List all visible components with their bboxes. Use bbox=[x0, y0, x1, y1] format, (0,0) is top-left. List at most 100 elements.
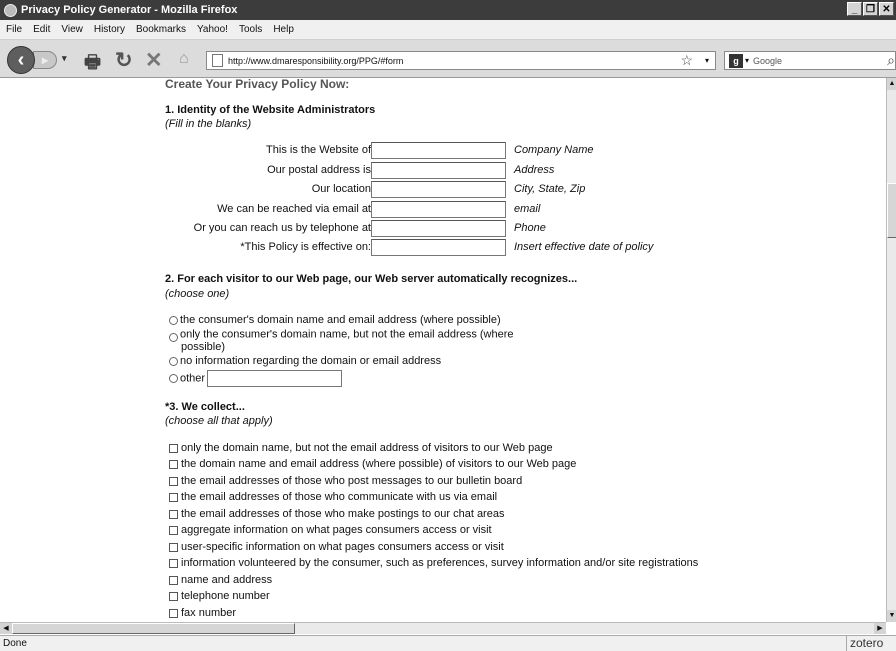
status-text: Done bbox=[3, 638, 27, 649]
horizontal-scrollbar[interactable]: ◀ ▶ bbox=[0, 622, 886, 634]
horizontal-scroll-thumb[interactable] bbox=[12, 623, 295, 634]
scroll-left-icon[interactable]: ◀ bbox=[0, 623, 12, 634]
navigation-toolbar: ▸ ‹ ▾ 🖶 ↻ ✕ ⌂ http://www.dmaresponsibili… bbox=[0, 40, 896, 78]
page-icon bbox=[212, 54, 223, 67]
checkbox[interactable] bbox=[169, 459, 178, 469]
url-text: http://www.dmaresponsibility.org/PPG/#fo… bbox=[228, 55, 404, 66]
checkbox-option[interactable]: information volunteered by the consumer,… bbox=[169, 557, 698, 569]
section1-title: 1. Identity of the Website Administrator… bbox=[165, 104, 376, 116]
field-hint-phone: Phone bbox=[514, 222, 546, 234]
checkbox-option[interactable]: telephone number bbox=[169, 590, 270, 602]
history-dropdown-icon[interactable]: ▾ bbox=[62, 53, 67, 64]
zotero-button[interactable]: zotero bbox=[846, 636, 896, 651]
menu-view[interactable]: View bbox=[61, 24, 83, 35]
menu-help[interactable]: Help bbox=[273, 24, 294, 35]
back-button[interactable]: ‹ bbox=[7, 46, 35, 74]
firefox-logo-icon bbox=[4, 3, 17, 17]
scroll-down-icon[interactable]: ▼ bbox=[887, 610, 896, 622]
checkbox-option[interactable]: user-specific information on what pages … bbox=[169, 541, 504, 553]
page-heading: Create Your Privacy Policy Now: bbox=[165, 78, 350, 91]
print-icon[interactable]: 🖶 bbox=[84, 50, 101, 80]
field-hint-location: City, State, Zip bbox=[514, 183, 586, 195]
address-input[interactable] bbox=[371, 162, 506, 179]
radio-button[interactable] bbox=[169, 374, 178, 383]
checkbox-option[interactable]: the email addresses of those who post me… bbox=[169, 475, 522, 487]
checkbox-option[interactable]: aggregate information on what pages cons… bbox=[169, 524, 492, 536]
field-label-effective-date: *This Policy is effective on: bbox=[240, 241, 371, 253]
checkbox[interactable] bbox=[169, 476, 178, 486]
menu-bookmarks[interactable]: Bookmarks bbox=[136, 24, 186, 35]
scroll-right-icon[interactable]: ▶ bbox=[874, 623, 886, 634]
other-input[interactable] bbox=[207, 370, 343, 387]
checkbox[interactable] bbox=[169, 509, 178, 519]
checkbox-option[interactable]: name and address bbox=[169, 574, 272, 586]
forward-button[interactable]: ▸ bbox=[33, 51, 57, 69]
search-engine-dropdown-icon[interactable]: ▾ bbox=[745, 56, 749, 65]
checkbox[interactable] bbox=[169, 575, 178, 585]
radio-button[interactable] bbox=[169, 315, 178, 325]
minimize-button[interactable]: _ bbox=[847, 2, 862, 16]
bookmark-star-icon[interactable]: ☆ bbox=[680, 52, 693, 69]
home-icon[interactable]: ⌂ bbox=[179, 50, 189, 68]
field-hint-effective-date: Insert effective date of policy bbox=[514, 241, 654, 253]
field-label-company: This is the Website of bbox=[266, 144, 371, 156]
field-label-phone: Or you can reach us by telephone at bbox=[193, 222, 371, 234]
company-name-input[interactable] bbox=[371, 142, 506, 159]
url-bar[interactable]: http://www.dmaresponsibility.org/PPG/#fo… bbox=[206, 51, 716, 70]
menu-edit[interactable]: Edit bbox=[33, 24, 50, 35]
checkbox-option[interactable]: fax number bbox=[169, 607, 236, 619]
section2-subtitle: (choose one) bbox=[165, 288, 230, 300]
reload-icon[interactable]: ↻ bbox=[115, 48, 133, 73]
menu-tools[interactable]: Tools bbox=[239, 24, 262, 35]
vertical-scrollbar[interactable]: ▲ ▼ bbox=[886, 78, 896, 622]
checkbox[interactable] bbox=[169, 608, 178, 618]
menu-file[interactable]: File bbox=[6, 24, 22, 35]
checkbox-option[interactable]: the email addresses of those who make po… bbox=[169, 508, 504, 520]
location-input[interactable] bbox=[371, 181, 506, 198]
checkbox-option[interactable]: the email addresses of those who communi… bbox=[169, 491, 497, 503]
effective-date-input[interactable] bbox=[371, 239, 506, 256]
radio-button[interactable] bbox=[169, 356, 178, 366]
title-bar: Privacy Policy Generator - Mozilla Firef… bbox=[0, 0, 896, 20]
section2-title: 2. For each visitor to our Web page, our… bbox=[165, 273, 578, 285]
radio-button[interactable] bbox=[169, 333, 178, 342]
checkbox[interactable] bbox=[169, 542, 178, 552]
stop-icon[interactable]: ✕ bbox=[145, 48, 163, 73]
field-label-location: Our location bbox=[311, 183, 371, 195]
checkbox-option[interactable]: only the domain name, but not the email … bbox=[169, 442, 553, 454]
radio-option[interactable]: no information regarding the domain or e… bbox=[169, 355, 441, 367]
page-content: Create Your Privacy Policy Now: 1. Ident… bbox=[0, 78, 886, 622]
checkbox[interactable] bbox=[169, 525, 178, 535]
menu-yahoo[interactable]: Yahoo! bbox=[197, 24, 228, 35]
radio-option[interactable]: only the consumer's domain name, but not… bbox=[169, 327, 514, 342]
checkbox[interactable] bbox=[169, 558, 178, 568]
checkbox[interactable] bbox=[169, 591, 178, 601]
section3-title: *3. We collect... bbox=[165, 401, 245, 413]
browser-window: Privacy Policy Generator - Mozilla Firef… bbox=[0, 0, 896, 651]
field-label-email: We can be reached via email at bbox=[217, 203, 371, 215]
email-input[interactable] bbox=[371, 201, 506, 218]
section3-subtitle: (choose all that apply) bbox=[165, 415, 273, 427]
search-placeholder: Google bbox=[753, 55, 783, 66]
radio-option-other[interactable]: other bbox=[169, 370, 343, 387]
checkbox-option[interactable]: the domain name and email address (where… bbox=[169, 458, 576, 470]
checkbox[interactable] bbox=[169, 443, 178, 453]
url-dropdown-icon[interactable]: ▾ bbox=[705, 52, 709, 69]
section1-subtitle: (Fill in the blanks) bbox=[165, 118, 252, 130]
field-hint-address: Address bbox=[514, 164, 555, 176]
google-icon[interactable]: g bbox=[729, 53, 743, 68]
status-bar: Done zotero bbox=[0, 635, 896, 651]
search-box[interactable]: g ▾ Google ⌕ bbox=[724, 51, 896, 70]
menu-history[interactable]: History bbox=[94, 24, 125, 35]
search-icon[interactable]: ⌕ bbox=[887, 52, 895, 69]
field-hint-company: Company Name bbox=[514, 144, 594, 156]
radio-option-continuation: possible) bbox=[181, 341, 226, 353]
restore-button[interactable]: ❐ bbox=[863, 2, 878, 16]
checkbox[interactable] bbox=[169, 492, 178, 502]
vertical-scroll-thumb[interactable] bbox=[887, 183, 896, 238]
radio-option[interactable]: the consumer's domain name and email add… bbox=[169, 314, 501, 326]
menu-bar: File Edit View History Bookmarks Yahoo! … bbox=[0, 20, 896, 40]
close-button[interactable]: ✕ bbox=[879, 2, 894, 16]
phone-input[interactable] bbox=[371, 220, 506, 237]
scroll-up-icon[interactable]: ▲ bbox=[887, 78, 896, 90]
